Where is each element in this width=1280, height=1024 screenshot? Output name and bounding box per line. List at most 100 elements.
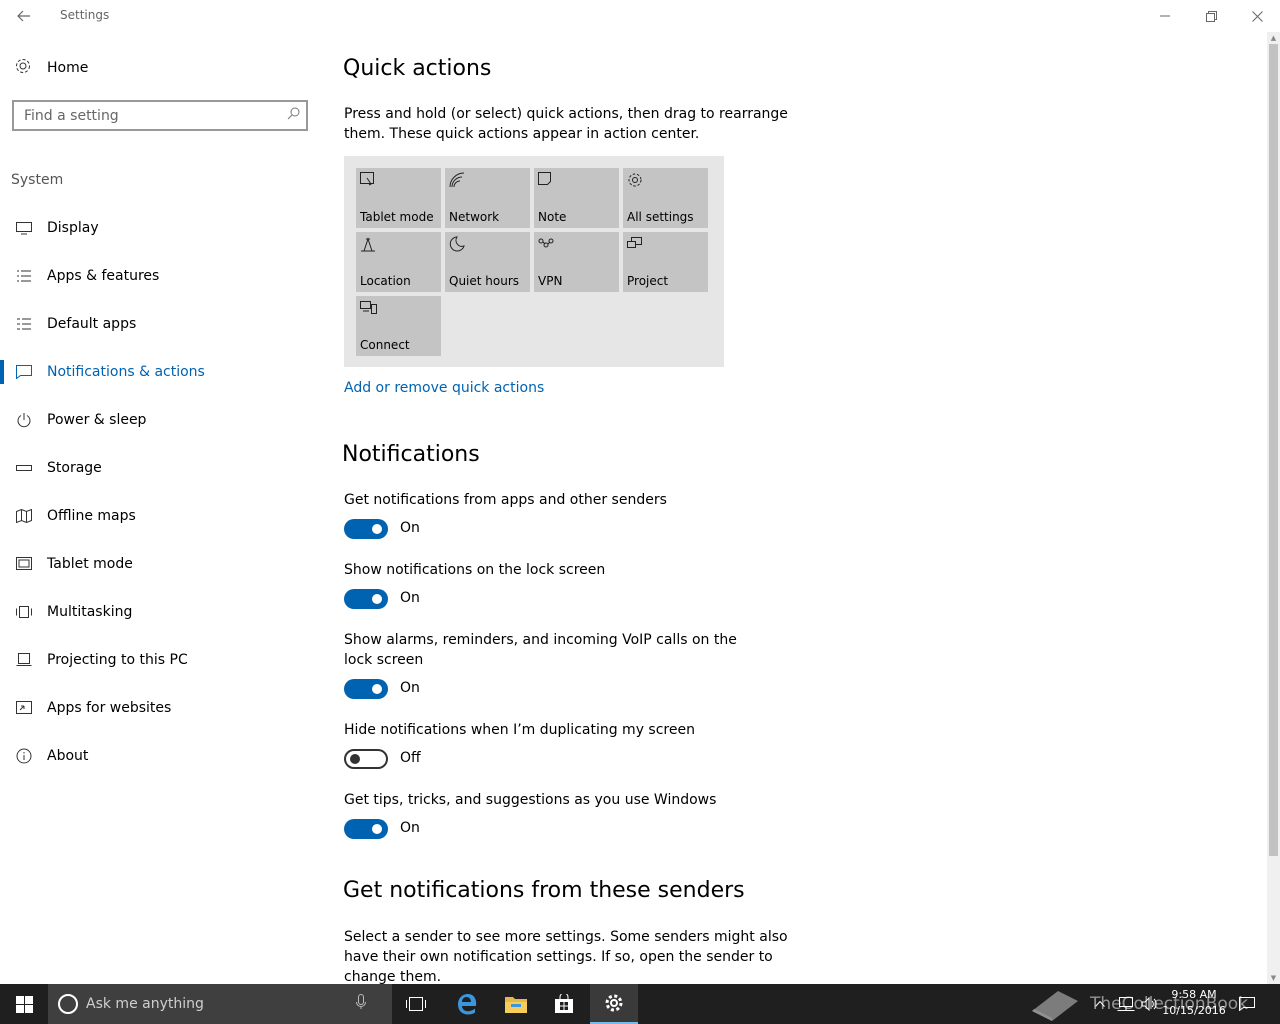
- start-button[interactable]: [0, 984, 48, 1024]
- window-title: Settings: [60, 8, 110, 22]
- sidebar-item-apps-features[interactable]: Apps & features: [0, 252, 320, 300]
- sidebar: Home System Display Apps & features Defa…: [0, 32, 320, 984]
- edge-taskbar-button[interactable]: [443, 984, 491, 1024]
- apps-websites-icon: [14, 701, 34, 715]
- cortana-search-input[interactable]: [86, 996, 356, 1012]
- tile-label: VPN: [538, 274, 563, 288]
- tile-label: Project: [627, 274, 669, 288]
- quick-action-tile-note[interactable]: Note: [534, 168, 619, 228]
- sidebar-item-display[interactable]: Display: [0, 204, 320, 252]
- gear-icon: [627, 172, 645, 190]
- quick-action-tile-quiet-hours[interactable]: Quiet hours: [445, 232, 530, 292]
- multitasking-icon: [14, 606, 34, 618]
- toggle-hide-when-duplicating[interactable]: [344, 749, 388, 769]
- sidebar-item-about[interactable]: About: [0, 732, 320, 780]
- sidebar-item-storage[interactable]: Storage: [0, 444, 320, 492]
- quick-action-tile-all-settings[interactable]: All settings: [623, 168, 708, 228]
- restore-button[interactable]: [1188, 0, 1234, 32]
- clock-date: 10/15/2016: [1162, 1004, 1226, 1017]
- quick-actions-description: Press and hold (or select) quick actions…: [344, 106, 788, 142]
- nav-list: Display Apps & features Default apps Not…: [0, 204, 320, 780]
- taskbar-clock[interactable]: 9:58 AM 10/15/2016: [1160, 987, 1228, 1019]
- settings-taskbar-button[interactable]: [590, 984, 638, 1024]
- quick-action-tile-project[interactable]: Project: [623, 232, 708, 292]
- scroll-thumb[interactable]: [1269, 44, 1278, 856]
- scroll-up-arrow-icon[interactable]: ▲: [1267, 32, 1280, 44]
- search-input[interactable]: [14, 107, 280, 124]
- sidebar-item-label: Offline maps: [47, 508, 136, 524]
- action-center-icon: [1239, 997, 1255, 1011]
- power-icon: [14, 412, 34, 428]
- info-icon: [14, 748, 34, 764]
- storage-icon: [14, 464, 34, 472]
- minimize-icon: [1160, 15, 1170, 17]
- list-icon: [14, 269, 34, 283]
- action-center-button[interactable]: [1234, 984, 1260, 1024]
- quick-action-tile-network[interactable]: Network: [445, 168, 530, 228]
- home-link[interactable]: Home: [14, 56, 88, 80]
- store-taskbar-button[interactable]: [540, 984, 588, 1024]
- tile-label: Note: [538, 210, 567, 224]
- sidebar-item-label: Display: [47, 220, 99, 236]
- quick-action-tile-location[interactable]: Location: [356, 232, 441, 292]
- sidebar-item-tablet-mode[interactable]: Tablet mode: [0, 540, 320, 588]
- sidebar-item-power-sleep[interactable]: Power & sleep: [0, 396, 320, 444]
- vertical-scrollbar[interactable]: ▲ ▼: [1267, 32, 1280, 984]
- store-icon: [555, 994, 573, 1013]
- sidebar-item-projecting[interactable]: Projecting to this PC: [0, 636, 320, 684]
- network-tray-button[interactable]: [1114, 984, 1138, 1024]
- connect-icon: [360, 300, 378, 318]
- sidebar-item-multitasking[interactable]: Multitasking: [0, 588, 320, 636]
- sidebar-item-offline-maps[interactable]: Offline maps: [0, 492, 320, 540]
- settings-window: Settings Home System Display: [0, 0, 1280, 984]
- add-remove-quick-actions-link[interactable]: Add or remove quick actions: [344, 380, 544, 396]
- default-apps-icon: [14, 317, 34, 331]
- windows-logo-icon: [15, 995, 33, 1013]
- quick-action-tile-vpn[interactable]: VPN: [534, 232, 619, 292]
- sidebar-item-label: Notifications & actions: [47, 364, 205, 380]
- main-content: Quick actions Press and hold (or select)…: [342, 32, 1242, 984]
- microphone-icon[interactable]: [356, 994, 366, 1014]
- task-view-button[interactable]: [392, 984, 440, 1024]
- toggle-alarms-lock-screen[interactable]: [344, 679, 388, 699]
- folder-icon: [505, 997, 527, 1013]
- back-arrow-icon: [17, 10, 30, 22]
- settings-search-box[interactable]: [12, 100, 308, 131]
- toggle-app-notifications[interactable]: [344, 519, 388, 539]
- clock-time: 9:58 AM: [1171, 988, 1217, 1001]
- sidebar-item-label: Power & sleep: [47, 412, 147, 428]
- search-icon[interactable]: [280, 107, 306, 124]
- sidebar-item-label: Projecting to this PC: [47, 652, 188, 668]
- volume-tray-button[interactable]: [1138, 984, 1162, 1024]
- quick-action-tile-connect[interactable]: Connect: [356, 296, 441, 356]
- senders-heading: Get notifications from these senders: [343, 878, 745, 903]
- close-icon: [1251, 10, 1263, 22]
- location-icon: [360, 236, 378, 254]
- sidebar-item-label: Apps & features: [47, 268, 160, 284]
- gear-icon: [605, 994, 623, 1012]
- back-button[interactable]: [12, 4, 36, 28]
- taskbar: TheCollectionBook 9:58 AM 10/15/2016: [0, 984, 1280, 1024]
- cortana-search-box[interactable]: [48, 984, 392, 1024]
- scroll-down-arrow-icon[interactable]: ▼: [1267, 972, 1280, 984]
- setting-label: Show notifications on the lock screen: [344, 562, 606, 578]
- toggle-lock-screen-notifications[interactable]: [344, 589, 388, 609]
- file-explorer-taskbar-button[interactable]: [492, 984, 540, 1024]
- setting-label: Get tips, tricks, and suggestions as you…: [344, 792, 717, 808]
- sidebar-item-apps-for-websites[interactable]: Apps for websites: [0, 684, 320, 732]
- vpn-icon: [538, 236, 556, 254]
- setting-label: Hide notifications when I’m duplicating …: [344, 722, 695, 738]
- sidebar-item-notifications[interactable]: Notifications & actions: [0, 348, 320, 396]
- close-button[interactable]: [1234, 0, 1280, 32]
- show-hidden-icons-button[interactable]: [1090, 984, 1110, 1024]
- minimize-button[interactable]: [1142, 0, 1188, 32]
- tile-label: Location: [360, 274, 411, 288]
- tablet-mode-icon: [360, 172, 378, 190]
- toggle-state-label: On: [400, 820, 420, 836]
- toggle-tips-suggestions[interactable]: [344, 819, 388, 839]
- map-icon: [14, 509, 34, 523]
- sidebar-item-default-apps[interactable]: Default apps: [0, 300, 320, 348]
- quick-action-tile-tablet-mode[interactable]: Tablet mode: [356, 168, 441, 228]
- chevron-up-icon: [1095, 1001, 1105, 1007]
- quick-actions-heading: Quick actions: [343, 56, 492, 81]
